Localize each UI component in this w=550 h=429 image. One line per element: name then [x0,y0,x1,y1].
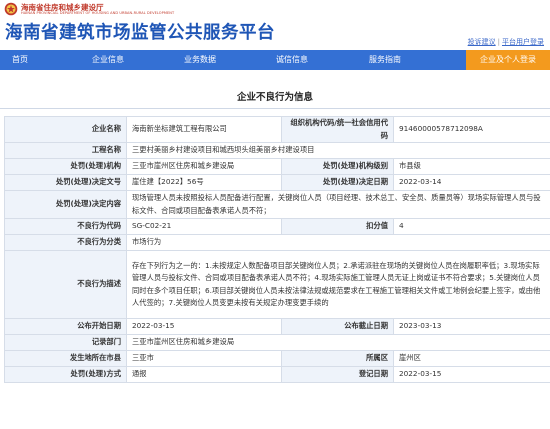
bad-behavior-table: 企业名称 海南新坐标建筑工程有限公司 组织机构代码/统一社会信用代码 91460… [4,116,550,383]
credit-code-value: 91460000578712098A [393,116,550,143]
register-date-label: 登记日期 [281,366,394,383]
publish-end-label: 公布截止日期 [281,318,394,335]
nav-business-data[interactable]: 业务数据 [170,50,230,70]
penalty-org-label: 处罚(处理)机构 [4,158,127,175]
location-label: 发生地所在市县 [4,350,127,367]
table-row: 处罚(处理)方式 通报 登记日期 2022-03-15 [4,366,550,383]
register-date-value: 2022-03-15 [393,366,550,383]
page-title: 企业不良行为信息 [236,92,313,103]
district-value: 崖州区 [393,350,550,367]
publish-end-value: 2023-03-13 [393,318,550,335]
decision-content-label: 处罚(处理)决定内容 [4,190,127,219]
penalty-level-label: 处罚(处理)机构级别 [281,158,394,175]
description-value: 存在下列行为之一的：1.未按规定人数配备项目部关键岗位人员；2.承诺派驻在现场的… [126,250,550,319]
decision-date-label: 处罚(处理)决定日期 [281,174,394,191]
title-divider [0,108,550,109]
nav-service-guide[interactable]: 服务指南 [355,50,415,70]
project-label: 工程名称 [4,142,127,159]
department-name-en: HAINAN PROVINCIAL DEPARTMENT OF HOUSING … [21,11,175,15]
nav-home[interactable]: 首页 [0,50,40,70]
decision-no-label: 处罚(处理)决定文号 [4,174,127,191]
record-org-label: 记录部门 [4,334,127,351]
user-login-link[interactable]: 平台用户登录 [502,38,544,46]
penalty-org-value: 三亚市崖州区住房和城乡建设局 [126,158,282,175]
score-value: 4 [393,218,550,235]
location-value: 三亚市 [126,350,282,367]
site-title: 海南省建筑市场监管公共服务平台 [5,23,275,43]
score-label: 扣分值 [281,218,394,235]
publish-date-label: 公布开始日期 [4,318,127,335]
decision-no-value: 崖住建【2022】56号 [126,174,282,191]
table-row: 企业名称 海南新坐标建筑工程有限公司 组织机构代码/统一社会信用代码 91460… [4,116,550,143]
description-label: 不良行为描述 [4,250,127,319]
table-row: 不良行为分类 市场行为 [4,234,550,251]
complaint-link[interactable]: 投诉建议 [468,38,496,46]
category-label: 不良行为分类 [4,234,127,251]
method-label: 处罚(处理)方式 [4,366,127,383]
credit-code-label: 组织机构代码/统一社会信用代码 [281,116,394,143]
company-value: 海南新坐标建筑工程有限公司 [126,116,282,143]
top-links: 投诉建议 | 平台用户登录 [468,37,544,47]
behavior-code-label: 不良行为代码 [4,218,127,235]
category-value: 市场行为 [126,234,550,251]
table-row: 工程名称 三更村美丽乡村建设项目和城西坝头组美丽乡村建设项目 [4,142,550,159]
site-header: 海南省住房和城乡建设厅 HAINAN PROVINCIAL DEPARTMENT… [0,0,550,50]
record-org-value: 三亚市崖州区住房和城乡建设局 [126,334,550,351]
publish-date-value: 2022-03-15 [126,318,282,335]
table-row: 公布开始日期 2022-03-15 公布截止日期 2023-03-13 [4,318,550,335]
main-nav: 首页 企业信息 业务数据 诚信信息 服务指南 企业及个人登录 [0,50,550,70]
table-row: 处罚(处理)决定文号 崖住建【2022】56号 处罚(处理)决定日期 2022-… [4,174,550,191]
project-value: 三更村美丽乡村建设项目和城西坝头组美丽乡村建设项目 [126,142,550,159]
district-label: 所属区 [281,350,394,367]
table-row: 处罚(处理)决定内容 现场管理人员未按照投标人员配备进行配置，关键岗位人员（项目… [4,190,550,219]
penalty-level-value: 市县级 [393,158,550,175]
table-row: 不良行为描述 存在下列行为之一的：1.未按规定人数配备项目部关键岗位人员；2.承… [4,250,550,319]
login-action-tab[interactable]: 企业及个人登录 [466,50,550,70]
method-value: 通报 [126,366,282,383]
table-row: 不良行为代码 SG-C02-21 扣分值 4 [4,218,550,235]
nav-enterprise-info[interactable]: 企业信息 [78,50,138,70]
decision-content-value: 现场管理人员未按照投标人员配备进行配置，关键岗位人员（项目经理、技术总工、安全员… [126,190,550,219]
company-label: 企业名称 [4,116,127,143]
behavior-code-value: SG-C02-21 [126,218,282,235]
link-separator: | [497,38,500,46]
emblem-icon [4,2,18,16]
decision-date-value: 2022-03-14 [393,174,550,191]
table-row: 记录部门 三亚市崖州区住房和城乡建设局 [4,334,550,351]
table-row: 发生地所在市县 三亚市 所属区 崖州区 [4,350,550,367]
nav-credit-info[interactable]: 诚信信息 [262,50,322,70]
table-row: 处罚(处理)机构 三亚市崖州区住房和城乡建设局 处罚(处理)机构级别 市县级 [4,158,550,175]
